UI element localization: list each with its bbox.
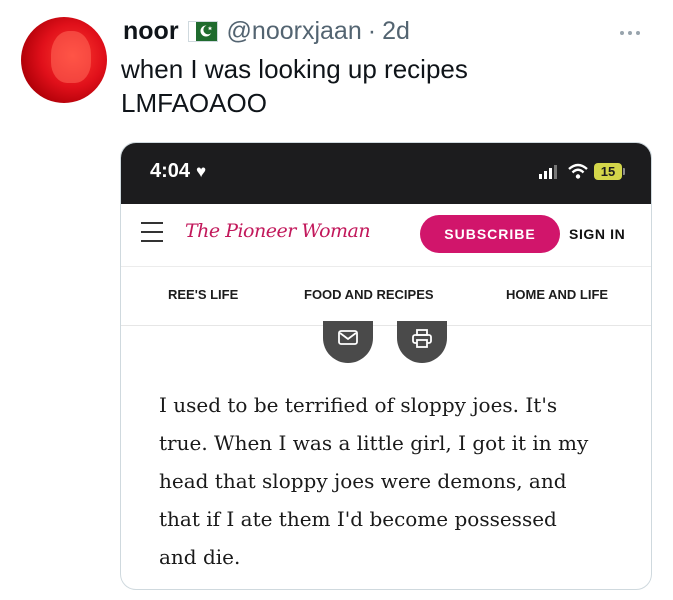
menu-icon[interactable] [141, 222, 163, 242]
status-clock: 4:04 ♥ [150, 160, 206, 183]
article-line: and die. [159, 545, 241, 569]
article-text: I used to be terrified of sloppy joes. I… [159, 386, 629, 576]
user-handle[interactable]: @noorxjaan [227, 17, 362, 46]
email-share-button[interactable] [323, 321, 373, 363]
site-logo[interactable]: The Pioneer Woman [185, 220, 371, 242]
wifi-icon [568, 163, 588, 179]
nav-item-home-and-life[interactable]: HOME AND LIFE [506, 287, 608, 302]
battery-tip [623, 168, 625, 175]
more-horizontal-icon[interactable] [620, 22, 648, 36]
subscribe-button[interactable]: SUBSCRIBE [420, 215, 560, 253]
clock-text: 4:04 [150, 160, 191, 182]
email-icon [338, 330, 358, 345]
battery-icon: 15 [594, 163, 622, 180]
separator-dot: · [367, 16, 377, 45]
phone-status-bar: 4:04 ♥ 15 [121, 143, 651, 204]
sign-in-link[interactable]: SIGN IN [569, 226, 625, 242]
print-icon [412, 329, 432, 348]
attached-screenshot[interactable]: 4:04 ♥ 15 The Pioneer Woman SUBSCRIBE SI… [120, 142, 652, 590]
print-button[interactable] [397, 321, 447, 363]
tweet-header: noor @noorxjaan · 2d [123, 13, 410, 49]
signal-icon [539, 165, 557, 179]
display-name[interactable]: noor [123, 17, 179, 46]
site-nav: REE'S LIFE FOOD AND RECIPES HOME AND LIF… [121, 267, 651, 326]
article-line: I used to be terrified of sloppy joes. I… [159, 393, 558, 417]
article-line: that if I ate them I'd become possessed [159, 507, 557, 531]
tweet-text: when I was looking up recipes LMFAOAOO [121, 52, 468, 120]
heart-icon: ♥ [196, 161, 207, 181]
nav-item-rees-life[interactable]: REE'S LIFE [168, 287, 238, 302]
post-time[interactable]: 2d [382, 17, 410, 46]
article-line: head that sloppy joes were demons, and [159, 469, 567, 493]
tweet-text-line: LMFAOAOO [121, 88, 267, 118]
article-line: true. When I was a little girl, I got it… [159, 431, 589, 455]
pakistan-flag-icon [187, 20, 218, 42]
profile-avatar[interactable] [21, 17, 107, 103]
nav-item-food-and-recipes[interactable]: FOOD AND RECIPES [304, 287, 434, 302]
tweet-text-line: when I was looking up recipes [121, 54, 468, 84]
site-header: The Pioneer Woman SUBSCRIBE SIGN IN [121, 204, 651, 267]
